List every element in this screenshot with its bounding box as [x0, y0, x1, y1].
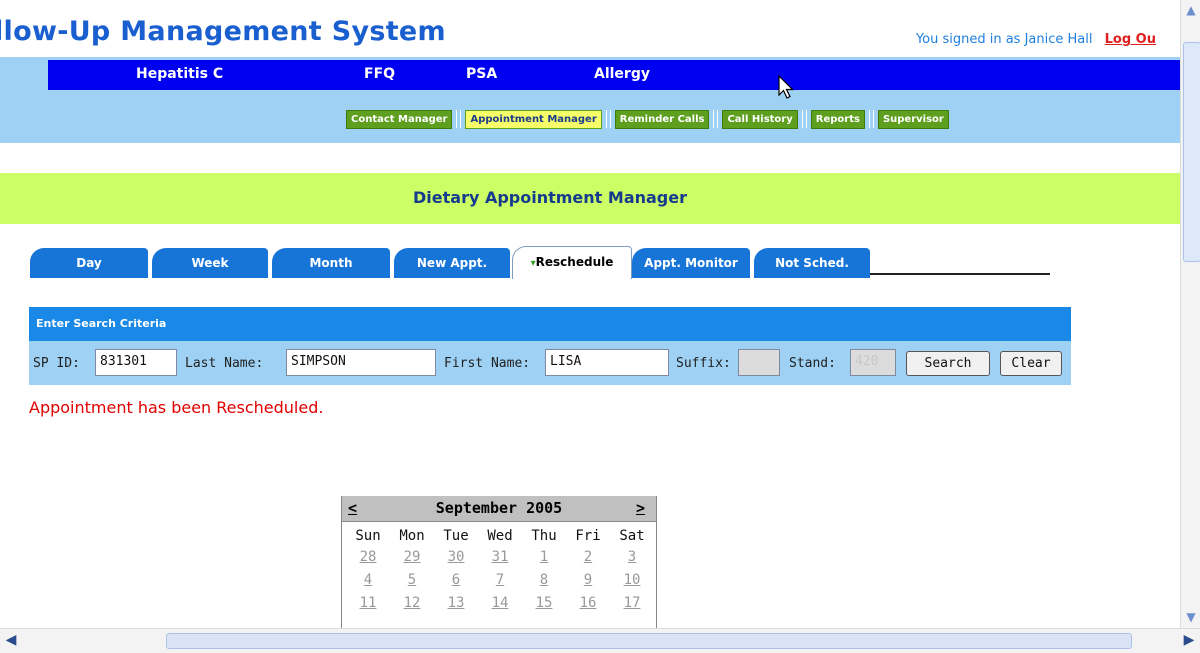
calendar-day[interactable]: 28 [346, 549, 390, 567]
horizontal-scroll-thumb[interactable] [166, 633, 1132, 649]
weekday-label: Sat [619, 528, 645, 544]
calendar-day[interactable]: 13 [434, 595, 478, 613]
nav-ffq[interactable]: FFQ [364, 66, 395, 82]
search-button[interactable]: Search [906, 351, 990, 376]
subnav-separator [605, 110, 611, 128]
calendar-day[interactable]: 3 [610, 549, 654, 567]
scroll-left-icon[interactable]: ◀ [2, 632, 20, 648]
search-row: SP ID: 831301 Last Name: SIMPSON First N… [29, 349, 1071, 379]
primary-nav: Hepatitis C FFQ PSA Allergy [48, 60, 1180, 90]
subnav-separator [713, 110, 719, 128]
sub-nav: Contact Manager Appointment Manager Remi… [346, 107, 949, 131]
page-title: Dietary Appointment Manager [413, 188, 687, 207]
calendar-day[interactable]: 31 [478, 549, 522, 567]
weekday-label: Fri [575, 528, 601, 544]
subnav-supervisor[interactable]: Supervisor [877, 109, 949, 129]
tab-new-appt[interactable]: New Appt. [394, 248, 510, 278]
calendar-day[interactable]: 4 [346, 572, 390, 590]
calendar-day[interactable]: 5 [390, 572, 434, 590]
tab-week[interactable]: Week [152, 248, 268, 278]
calendar-day[interactable]: 14 [478, 595, 522, 613]
subnav-reminder-calls[interactable]: Reminder Calls [614, 109, 710, 129]
subnav-appointment-manager[interactable]: Appointment Manager [465, 109, 602, 129]
weekday-label: Wed [487, 528, 513, 544]
subnav-separator [801, 110, 807, 128]
page-banner: Dietary Appointment Manager [0, 173, 1180, 224]
nav-hepatitis-c[interactable]: Hepatitis C [136, 66, 223, 82]
calendar-day[interactable]: 1 [522, 549, 566, 567]
nav-allergy[interactable]: Allergy [594, 66, 650, 82]
horizontal-scrollbar[interactable]: ◀ ▶ [0, 628, 1200, 653]
tab-appt-monitor[interactable]: Appt. Monitor [632, 248, 750, 278]
sp-id-input[interactable]: 831301 [95, 349, 177, 376]
calendar-day[interactable]: 12 [390, 595, 434, 613]
last-name-label: Last Name: [185, 356, 264, 371]
tab-reschedule-label: Reschedule [535, 255, 614, 269]
stand-label: Stand: [789, 356, 836, 371]
sp-id-label: SP ID: [33, 356, 80, 371]
signin-area: You signed in as Janice Hall Log Ou [916, 32, 1156, 47]
calendar-week-row: 11 12 13 14 15 16 17 [342, 595, 656, 613]
calendar: < September 2005 > Sun Mon Tue Wed Thu F… [341, 496, 657, 628]
logout-link[interactable]: Log Ou [1105, 32, 1156, 47]
suffix-label: Suffix: [676, 356, 731, 371]
status-message: Appointment has been Rescheduled. [29, 398, 324, 417]
tab-not-sched[interactable]: Not Sched. [754, 248, 870, 278]
first-name-label: First Name: [444, 356, 531, 371]
last-name-input[interactable]: SIMPSON [286, 349, 436, 376]
first-name-input[interactable]: LISA [545, 349, 669, 376]
calendar-day[interactable]: 30 [434, 549, 478, 567]
vertical-scroll-thumb[interactable] [1183, 42, 1200, 262]
tab-day[interactable]: Day [30, 248, 148, 278]
subnav-separator [868, 110, 874, 128]
calendar-week-row: 28 29 30 31 1 2 3 [342, 549, 656, 567]
weekday-label: Sun [355, 528, 381, 544]
tab-month[interactable]: Month [272, 248, 390, 278]
calendar-day[interactable]: 2 [566, 549, 610, 567]
tab-baseline [870, 273, 1050, 275]
stand-input[interactable]: 420 [850, 349, 896, 376]
search-panel-header: Enter Search Criteria [29, 307, 1071, 341]
scroll-down-icon[interactable]: ▼ [1184, 610, 1198, 624]
tab-reschedule[interactable]: ▾Reschedule [512, 246, 632, 279]
calendar-day[interactable]: 6 [434, 572, 478, 590]
calendar-next-button[interactable]: > [636, 499, 645, 517]
calendar-header: < September 2005 > [342, 496, 656, 522]
calendar-day[interactable]: 11 [346, 595, 390, 613]
calendar-weekday-row: Sun Mon Tue Wed Thu Fri Sat [342, 528, 656, 544]
nav-psa[interactable]: PSA [466, 66, 497, 82]
calendar-day[interactable]: 29 [390, 549, 434, 567]
subnav-separator [456, 110, 462, 128]
subnav-call-history[interactable]: Call History [722, 109, 798, 129]
signed-in-text: You signed in as Janice Hall [915, 32, 1093, 47]
scroll-up-icon[interactable]: ▲ [1184, 3, 1198, 17]
suffix-input[interactable] [738, 349, 780, 376]
calendar-month-label: September 2005 [435, 499, 563, 517]
calendar-day[interactable]: 15 [522, 595, 566, 613]
calendar-week-row: 4 5 6 7 8 9 10 [342, 572, 656, 590]
weekday-label: Thu [531, 528, 557, 544]
mouse-pointer-icon [778, 75, 794, 99]
search-panel: Enter Search Criteria SP ID: 831301 Last… [29, 307, 1071, 385]
vertical-scrollbar[interactable]: ▲ ▼ [1180, 0, 1200, 628]
browser-viewport: llow-Up Management System You signed in … [0, 0, 1180, 628]
calendar-day[interactable]: 7 [478, 572, 522, 590]
weekday-label: Tue [443, 528, 469, 544]
clear-button[interactable]: Clear [1000, 351, 1062, 376]
subnav-contact-manager[interactable]: Contact Manager [346, 109, 453, 129]
calendar-day[interactable]: 8 [522, 572, 566, 590]
app-title: llow-Up Management System [0, 16, 446, 47]
scroll-right-icon[interactable]: ▶ [1180, 632, 1198, 648]
calendar-day[interactable]: 10 [610, 572, 654, 590]
calendar-day[interactable]: 9 [566, 572, 610, 590]
weekday-label: Mon [399, 528, 425, 544]
calendar-day[interactable]: 17 [610, 595, 654, 613]
calendar-day[interactable]: 16 [566, 595, 610, 613]
subnav-reports[interactable]: Reports [810, 109, 865, 129]
